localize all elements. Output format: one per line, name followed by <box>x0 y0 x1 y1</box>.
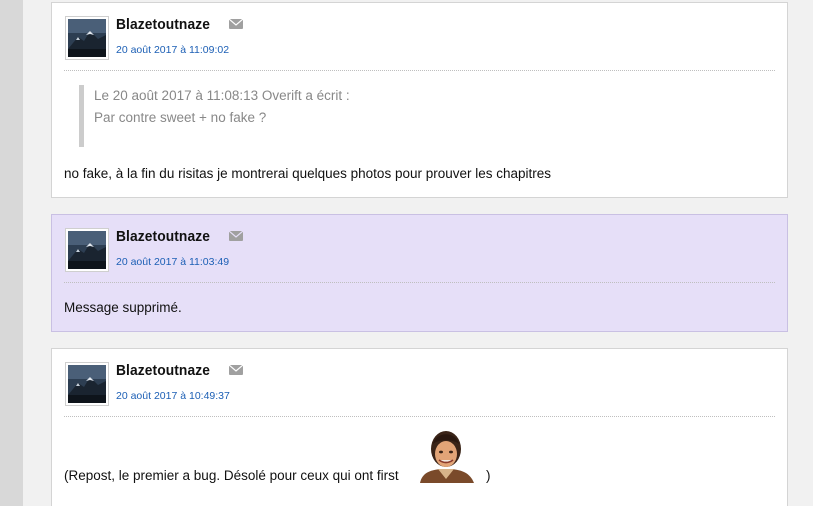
post-body-text: (Repost, le premier a bug. Désolé pour c… <box>64 468 399 483</box>
left-sidebar-strip <box>0 0 23 506</box>
post-separator <box>64 282 775 283</box>
risitas-sticker-icon <box>416 429 476 483</box>
mountain-avatar-icon <box>68 231 106 269</box>
post-body: Message supprimé. <box>64 300 182 315</box>
post-body: no fake, à la fin du risitas je montrera… <box>64 166 552 181</box>
quote-block: Le 20 août 2017 à 11:08:13 Overift a écr… <box>79 85 369 147</box>
quote-text: Par contre sweet + no fake ? <box>94 110 267 125</box>
forum-post: Blazetoutnaze 20 août 2017 à 11:09:02 Le… <box>51 2 788 198</box>
post-header: Blazetoutnaze 20 août 2017 à 10:49:37 <box>52 349 787 415</box>
post-body-closing: ) <box>486 468 491 483</box>
quote-header: Le 20 août 2017 à 11:08:13 Overift a écr… <box>94 88 350 103</box>
avatar[interactable] <box>65 362 109 406</box>
post-author[interactable]: Blazetoutnaze <box>116 362 210 379</box>
post-date-link[interactable]: 20 août 2017 à 11:09:02 <box>116 44 229 56</box>
post-separator <box>64 70 775 71</box>
forum-post: Blazetoutnaze 20 août 2017 à 10:49:37 (R… <box>51 348 788 506</box>
envelope-icon[interactable] <box>229 231 243 241</box>
post-date-link[interactable]: 20 août 2017 à 10:49:37 <box>116 390 230 402</box>
envelope-icon[interactable] <box>229 365 243 375</box>
post-separator <box>64 416 775 417</box>
post-author[interactable]: Blazetoutnaze <box>116 228 210 245</box>
avatar[interactable] <box>65 228 109 272</box>
avatar[interactable] <box>65 16 109 60</box>
post-header: Blazetoutnaze 20 août 2017 à 11:09:02 <box>52 3 787 69</box>
post-author[interactable]: Blazetoutnaze <box>116 16 210 33</box>
mountain-avatar-icon <box>68 19 106 57</box>
envelope-icon[interactable] <box>229 19 243 29</box>
forum-post-deleted: Blazetoutnaze 20 août 2017 à 11:03:49 Me… <box>51 214 788 332</box>
mountain-avatar-icon <box>68 365 106 403</box>
post-header: Blazetoutnaze 20 août 2017 à 11:03:49 <box>52 215 787 281</box>
post-date-link[interactable]: 20 août 2017 à 11:03:49 <box>116 256 229 268</box>
